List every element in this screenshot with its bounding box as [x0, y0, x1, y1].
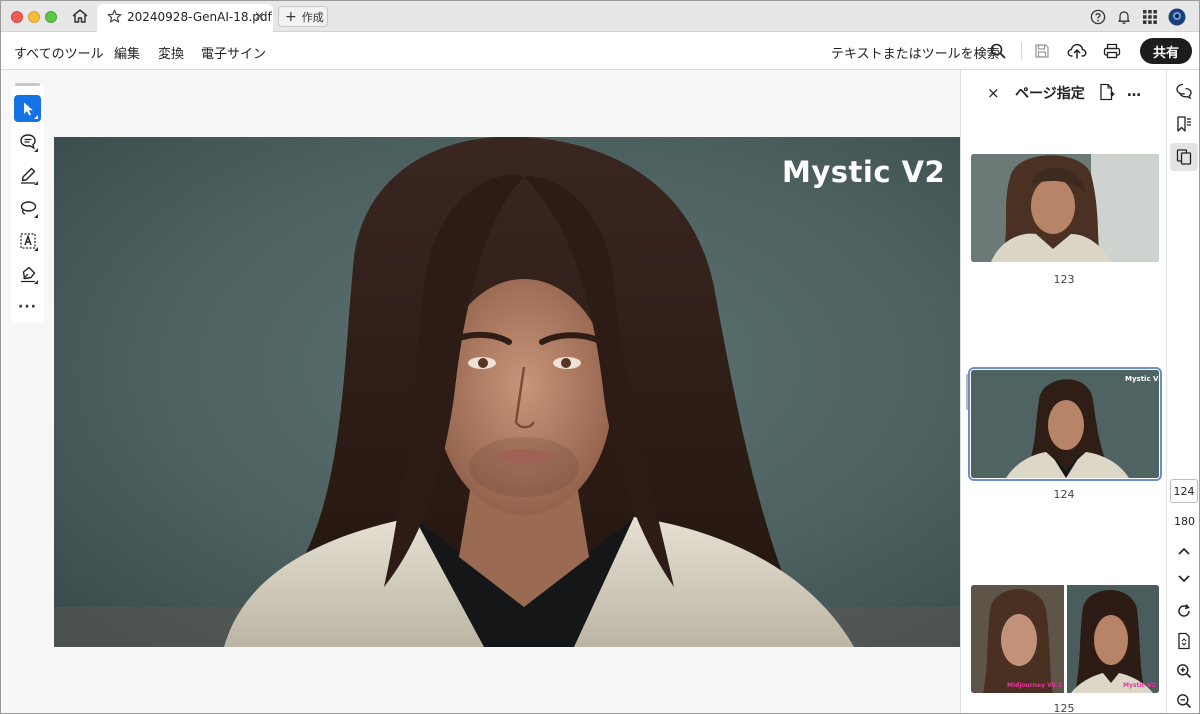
thumbnail-page-number: 125 — [1053, 702, 1075, 714]
title-bar: 20240928-GenAI-18.pdf × + 作成 — [1, 1, 1199, 32]
print-button[interactable] — [1101, 40, 1123, 62]
draw-tool[interactable] — [14, 194, 41, 221]
submenu-corner-icon — [34, 115, 38, 119]
highlight-tool[interactable] — [14, 161, 41, 188]
cursor-arrow-icon — [23, 102, 33, 115]
home-icon — [72, 9, 88, 23]
search-button[interactable] — [987, 40, 1009, 62]
thumbnail-image — [971, 585, 1159, 693]
page-thumbnail[interactable]: Midjourney V6.1 Mystic V2 — [971, 585, 1159, 693]
home-button[interactable] — [68, 5, 92, 27]
thumbnail-page-number: 124 — [1053, 488, 1075, 501]
rotate-icon — [1178, 604, 1190, 617]
page-thumbnail-selected[interactable]: Mystic V2 — [968, 367, 1162, 481]
page-thumbnail[interactable] — [971, 154, 1159, 262]
share-button[interactable]: 共有 — [1140, 38, 1192, 64]
panel-scrollbar[interactable] — [966, 374, 969, 410]
upload-button[interactable] — [1066, 40, 1088, 62]
quick-tools-bar: ··· — [11, 83, 44, 323]
current-page-input[interactable]: 124 — [1170, 479, 1198, 503]
panel-close-button[interactable]: × — [987, 84, 1000, 102]
document-tab[interactable]: 20240928-GenAI-18.pdf × — [97, 4, 273, 32]
menu-e-sign[interactable]: 電子サイン — [201, 43, 266, 62]
menu-convert[interactable]: 変換 — [158, 43, 184, 62]
star-icon[interactable] — [107, 9, 122, 28]
create-button[interactable]: + 作成 — [278, 6, 328, 27]
portrait-photo — [54, 137, 960, 647]
page-display-button[interactable] — [1170, 627, 1198, 655]
tab-close-button[interactable]: × — [254, 9, 265, 24]
thumbnail-image — [971, 370, 1159, 478]
panel-title: ページ指定 — [1015, 86, 1085, 102]
bell-icon — [1118, 11, 1130, 24]
bookmark-icon — [1177, 116, 1191, 132]
select-tool[interactable] — [14, 95, 41, 122]
pages-panel-button[interactable] — [1170, 143, 1198, 171]
comments-panel-button[interactable] — [1170, 77, 1198, 105]
zoom-in-icon — [1177, 664, 1192, 679]
page-fit-icon — [1178, 632, 1190, 650]
notifications-button[interactable] — [1114, 7, 1134, 27]
chevron-up-icon — [1178, 547, 1190, 555]
thumbnail-caption: Mystic V2 — [1125, 375, 1159, 383]
sign-tool[interactable] — [14, 260, 41, 287]
rotate-button[interactable] — [1170, 597, 1198, 625]
menu-bar: すべてのツール 編集 変換 電子サイン テキストまたはツールを検索 共有 — [1, 32, 1199, 70]
save-button[interactable] — [1031, 40, 1053, 62]
bookmarks-panel-button[interactable] — [1170, 110, 1198, 138]
page-heading: Mystic V2 — [782, 155, 946, 189]
comments-icon — [1176, 83, 1192, 100]
total-pages: 180 — [1174, 515, 1195, 528]
thumbnail-page-number: 123 — [1053, 273, 1075, 286]
avatar-icon — [1168, 8, 1186, 26]
app-window: 20240928-GenAI-18.pdf × + 作成 すべてのツール 編集 … — [0, 0, 1200, 714]
plus-icon: + — [285, 8, 297, 25]
menu-edit[interactable]: 編集 — [114, 43, 140, 62]
pdf-page[interactable] — [54, 137, 960, 647]
window-minimize-button[interactable] — [28, 11, 40, 23]
insert-page-button[interactable] — [1097, 82, 1117, 102]
next-page-button[interactable] — [1170, 565, 1198, 593]
toolbar-grip[interactable] — [15, 83, 40, 86]
search-tools-field[interactable]: テキストまたはツールを検索 — [831, 43, 1000, 62]
comment-tool[interactable] — [14, 128, 41, 155]
apps-button[interactable] — [1140, 7, 1160, 27]
previous-page-button[interactable] — [1170, 537, 1198, 565]
help-button[interactable] — [1088, 7, 1108, 27]
chevron-down-icon — [1178, 575, 1190, 583]
window-close-button[interactable] — [11, 11, 23, 23]
text-tool[interactable] — [14, 227, 41, 254]
zoom-out-icon — [1177, 694, 1192, 709]
menu-separator — [1021, 42, 1022, 60]
apps-grid-icon — [1143, 10, 1157, 24]
page-organize-panel: × ページ指定 … 123 Mystic V 124 Midjourney V6… — [960, 70, 1166, 714]
thumbnail-caption-left: Midjourney V6.1 — [1007, 682, 1063, 689]
thumbnail-caption-right: Mystic V2 — [1123, 682, 1156, 689]
avatar[interactable] — [1167, 7, 1187, 27]
pages-icon — [1176, 149, 1192, 165]
menu-all-tools[interactable]: すべてのツール — [14, 43, 104, 62]
print-icon — [1103, 43, 1121, 59]
create-label: 作成 — [301, 10, 324, 24]
cloud-upload-icon — [1067, 43, 1087, 59]
more-icon: ··· — [18, 298, 37, 315]
help-icon — [1090, 9, 1106, 25]
more-tools-button[interactable]: ··· — [14, 293, 41, 320]
add-page-icon — [1100, 83, 1115, 101]
tab-title: 20240928-GenAI-18.pdf — [127, 10, 272, 24]
zoom-in-button[interactable] — [1170, 657, 1198, 685]
window-zoom-button[interactable] — [45, 11, 57, 23]
panel-more-button[interactable]: … — [1124, 82, 1144, 102]
save-icon — [1035, 44, 1049, 58]
zoom-out-button[interactable] — [1170, 687, 1198, 713]
search-icon — [990, 43, 1006, 59]
thumbnail-image — [971, 154, 1159, 262]
right-rail: 124 180 — [1166, 70, 1199, 713]
